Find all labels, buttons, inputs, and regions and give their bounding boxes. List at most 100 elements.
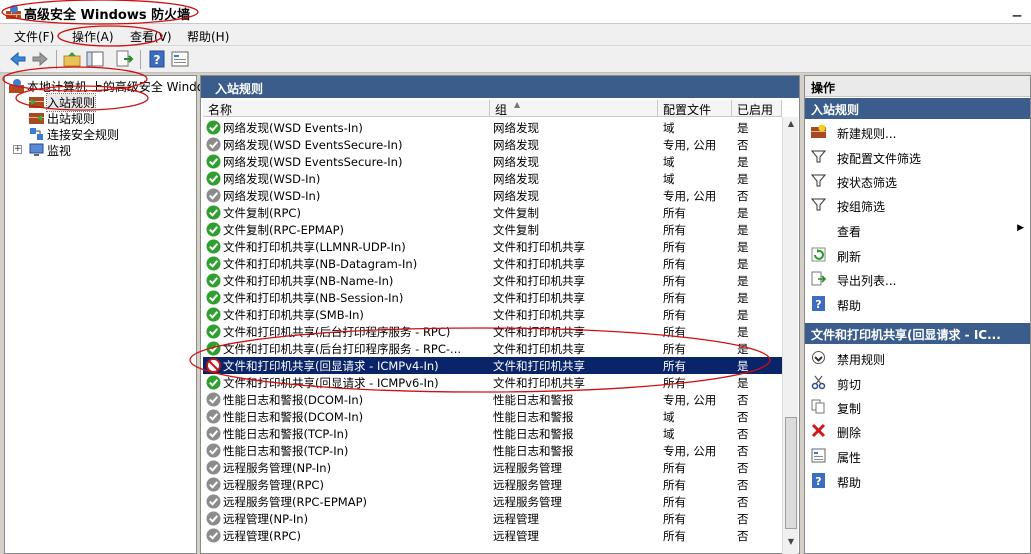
cell-enabled: 是 bbox=[737, 308, 749, 322]
action-filter-profile[interactable]: 按配置文件筛选 bbox=[805, 145, 1030, 169]
cell-profile: 所有 bbox=[663, 308, 686, 322]
action-label: 按配置文件筛选 bbox=[837, 152, 922, 166]
enabled-check-icon bbox=[206, 324, 221, 339]
disabled-check-icon bbox=[206, 137, 221, 152]
table-row[interactable]: 文件和打印机共享(后台打印程序服务 - RPC) 文件和打印机共享 所有 是 bbox=[203, 323, 782, 340]
table-row[interactable]: 文件复制(RPC-EPMAP) 文件复制 所有 是 bbox=[203, 221, 782, 238]
table-row[interactable]: 远程服务管理(NP-In) 远程服务管理 所有 否 bbox=[203, 459, 782, 476]
enabled-check-icon bbox=[206, 171, 221, 186]
cell-profile: 专用, 公用 bbox=[663, 138, 717, 152]
cell-group: 远程服务管理 bbox=[493, 461, 562, 475]
export-icon[interactable] bbox=[114, 49, 134, 69]
cell-profile: 专用, 公用 bbox=[663, 444, 717, 458]
column-group[interactable]: 组 ▲ bbox=[490, 100, 658, 117]
cell-enabled: 否 bbox=[737, 138, 749, 152]
table-row[interactable]: 文件和打印机共享(NB-Session-In) 文件和打印机共享 所有 是 bbox=[203, 289, 782, 306]
table-row[interactable]: 网络发现(WSD EventsSecure-In) 网络发现 域 是 bbox=[203, 153, 782, 170]
show-hide-tree-icon[interactable] bbox=[85, 49, 105, 69]
table-row[interactable]: 性能日志和警报(DCOM-In) 性能日志和警报 专用, 公用 否 bbox=[203, 391, 782, 408]
disabled-check-icon bbox=[206, 188, 221, 203]
cell-group: 网络发现 bbox=[493, 121, 539, 135]
help-icon[interactable]: ? bbox=[147, 49, 167, 69]
action-new-rule[interactable]: 新建规则... bbox=[805, 120, 1030, 144]
cell-group: 性能日志和警报 bbox=[493, 410, 574, 424]
action-label: 复制 bbox=[837, 402, 862, 416]
action-label: 刷新 bbox=[837, 250, 862, 264]
table-row[interactable]: 远程服务管理(RPC) 远程服务管理 所有 否 bbox=[203, 476, 782, 493]
tree-root[interactable]: 本地计算机 上的高级安全 Windows 防火墙 bbox=[9, 78, 260, 94]
action-cut[interactable]: 剪切 bbox=[805, 371, 1030, 395]
back-arrow-icon[interactable] bbox=[8, 49, 28, 69]
table-row[interactable]: 性能日志和警报(TCP-In) 性能日志和警报 专用, 公用 否 bbox=[203, 442, 782, 459]
actions-section-inbound[interactable]: 入站规则 bbox=[805, 98, 1030, 119]
action-label: 新建规则... bbox=[837, 127, 897, 141]
cell-group: 网络发现 bbox=[493, 155, 539, 169]
table-row[interactable]: 文件和打印机共享(LLMNR-UDP-In) 文件和打印机共享 所有 是 bbox=[203, 238, 782, 255]
cell-profile: 所有 bbox=[663, 359, 686, 373]
action-refresh[interactable]: 刷新 bbox=[805, 243, 1030, 267]
column-enabled[interactable]: 已启用 bbox=[732, 100, 782, 117]
cell-profile: 所有 bbox=[663, 478, 686, 492]
table-row[interactable]: 网络发现(WSD EventsSecure-In) 网络发现 专用, 公用 否 bbox=[203, 136, 782, 153]
scroll-down-icon[interactable]: ▼ bbox=[785, 537, 797, 549]
action-delete[interactable]: 删除 bbox=[805, 419, 1030, 443]
cell-name: 网络发现(WSD EventsSecure-In) bbox=[223, 155, 403, 169]
menu-action[interactable]: 操作(A) bbox=[72, 28, 114, 45]
column-name[interactable]: 名称 bbox=[203, 100, 490, 117]
actions-pane: 操作 入站规则 新建规则... 按配置文件筛选 按状态筛选 按组筛选 查看 ▶ … bbox=[804, 75, 1031, 554]
minimize-icon[interactable]: ▁ bbox=[1008, 4, 1026, 18]
table-row[interactable]: 文件和打印机共享(后台打印程序服务 - RPC-... 文件和打印机共享 所有 是 bbox=[203, 340, 782, 357]
table-row[interactable]: 文件和打印机共享(SMB-In) 文件和打印机共享 所有 是 bbox=[203, 306, 782, 323]
table-row[interactable]: 文件和打印机共享(回显请求 - ICMPv6-In) 文件和打印机共享 所有 是 bbox=[203, 374, 782, 391]
cell-enabled: 否 bbox=[737, 478, 749, 492]
table-row[interactable]: 性能日志和警报(DCOM-In) 性能日志和警报 域 否 bbox=[203, 408, 782, 425]
cell-profile: 域 bbox=[663, 410, 675, 424]
cell-group: 远程服务管理 bbox=[493, 495, 562, 509]
table-row[interactable]: 网络发现(WSD Events-In) 网络发现 域 是 bbox=[203, 119, 782, 136]
properties-icon[interactable] bbox=[170, 49, 190, 69]
actions-section-selected-rule[interactable]: 文件和打印机共享(回显请求 - IC... bbox=[805, 323, 1030, 344]
action-disable-rule[interactable]: 禁用规则 bbox=[805, 346, 1030, 370]
cell-name: 文件和打印机共享(后台打印程序服务 - RPC) bbox=[223, 325, 451, 339]
monitor-icon bbox=[29, 143, 44, 156]
cell-group: 远程管理 bbox=[493, 529, 539, 543]
table-row[interactable]: 远程服务管理(RPC-EPMAP) 远程服务管理 所有 否 bbox=[203, 493, 782, 510]
action-help-rule[interactable]: ? 帮助 bbox=[805, 469, 1030, 493]
table-row[interactable]: 远程管理(RPC) 远程管理 所有 否 bbox=[203, 527, 782, 544]
cell-group: 远程服务管理 bbox=[493, 478, 562, 492]
table-row[interactable]: 网络发现(WSD-In) 网络发现 域 是 bbox=[203, 170, 782, 187]
enabled-check-icon bbox=[206, 239, 221, 254]
table-row[interactable]: 文件和打印机共享(回显请求 - ICMPv4-In) 文件和打印机共享 所有 是 bbox=[203, 357, 782, 374]
navigation-tree: 本地计算机 上的高级安全 Windows 防火墙 入站规则 出站规则 连接安全规… bbox=[4, 75, 260, 554]
action-help[interactable]: ? 帮助 bbox=[805, 292, 1030, 316]
menu-view[interactable]: 查看(V) bbox=[130, 28, 172, 45]
scroll-thumb[interactable] bbox=[785, 417, 797, 529]
action-copy[interactable]: 复制 bbox=[805, 395, 1030, 419]
vertical-scrollbar[interactable]: ▲ ▼ bbox=[782, 117, 798, 554]
cell-group: 文件复制 bbox=[493, 206, 539, 220]
up-folder-icon[interactable] bbox=[62, 49, 82, 69]
cell-enabled: 是 bbox=[737, 325, 749, 339]
scroll-up-icon[interactable]: ▲ bbox=[785, 119, 797, 131]
inbound-rules-icon bbox=[29, 97, 44, 108]
menu-file[interactable]: 文件(F) bbox=[14, 28, 54, 45]
cell-enabled: 是 bbox=[737, 274, 749, 288]
action-filter-state[interactable]: 按状态筛选 bbox=[805, 169, 1030, 193]
action-export-list[interactable]: 导出列表... bbox=[805, 267, 1030, 291]
table-row[interactable]: 网络发现(WSD-In) 网络发现 专用, 公用 否 bbox=[203, 187, 782, 204]
column-profile[interactable]: 配置文件 bbox=[658, 100, 732, 117]
table-row[interactable]: 文件和打印机共享(NB-Datagram-In) 文件和打印机共享 所有 是 bbox=[203, 255, 782, 272]
table-row[interactable]: 远程管理(NP-In) 远程管理 所有 否 bbox=[203, 510, 782, 527]
menu-help[interactable]: 帮助(H) bbox=[187, 28, 229, 45]
action-filter-group[interactable]: 按组筛选 bbox=[805, 193, 1030, 217]
export-icon bbox=[811, 271, 826, 286]
cell-enabled: 否 bbox=[737, 189, 749, 203]
table-row[interactable]: 文件复制(RPC) 文件复制 所有 是 bbox=[203, 204, 782, 221]
enabled-check-icon bbox=[206, 307, 221, 322]
action-view[interactable]: 查看 ▶ bbox=[805, 218, 1030, 242]
table-row[interactable]: 性能日志和警报(TCP-In) 性能日志和警报 域 否 bbox=[203, 425, 782, 442]
table-row[interactable]: 文件和打印机共享(NB-Name-In) 文件和打印机共享 所有 是 bbox=[203, 272, 782, 289]
action-properties[interactable]: 属性 bbox=[805, 444, 1030, 468]
expand-icon[interactable]: + bbox=[13, 145, 22, 154]
forward-arrow-icon[interactable] bbox=[30, 49, 50, 69]
